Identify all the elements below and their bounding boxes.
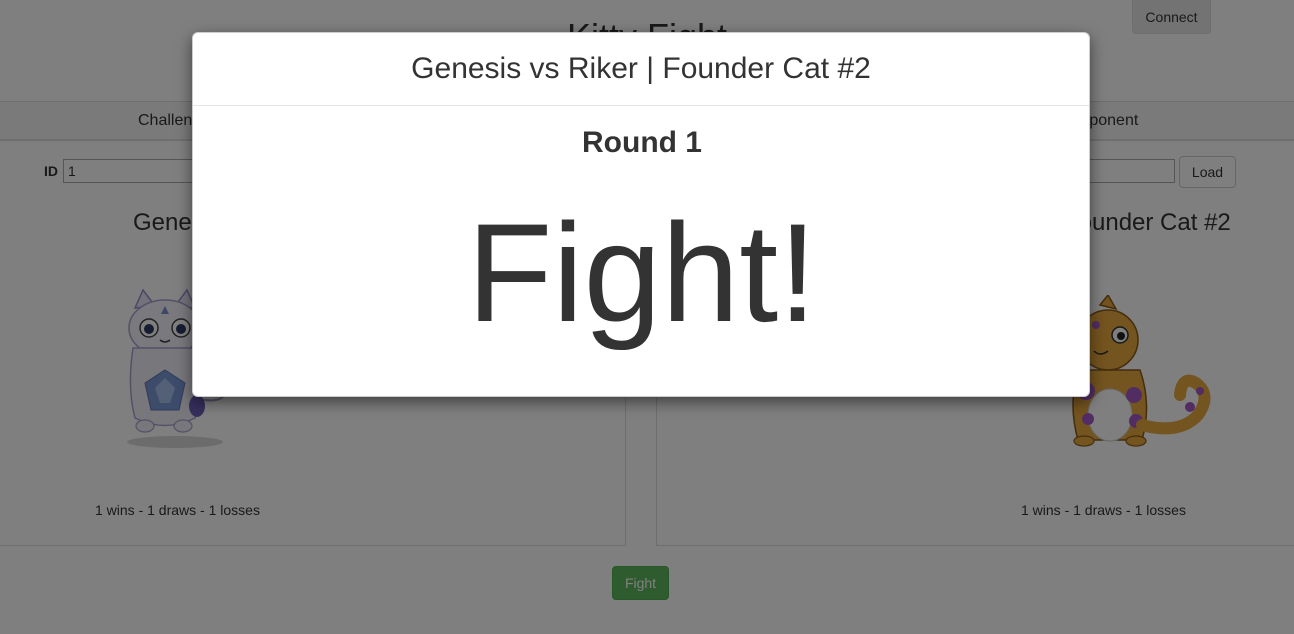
round-label: Round 1: [582, 126, 702, 159]
fight-modal: Genesis vs Riker | Founder Cat #2 Round …: [192, 32, 1090, 397]
modal-header: Genesis vs Riker | Founder Cat #2: [193, 33, 1089, 106]
fight-message: Fight!: [466, 194, 818, 351]
modal-title: Genesis vs Riker | Founder Cat #2: [411, 52, 871, 85]
